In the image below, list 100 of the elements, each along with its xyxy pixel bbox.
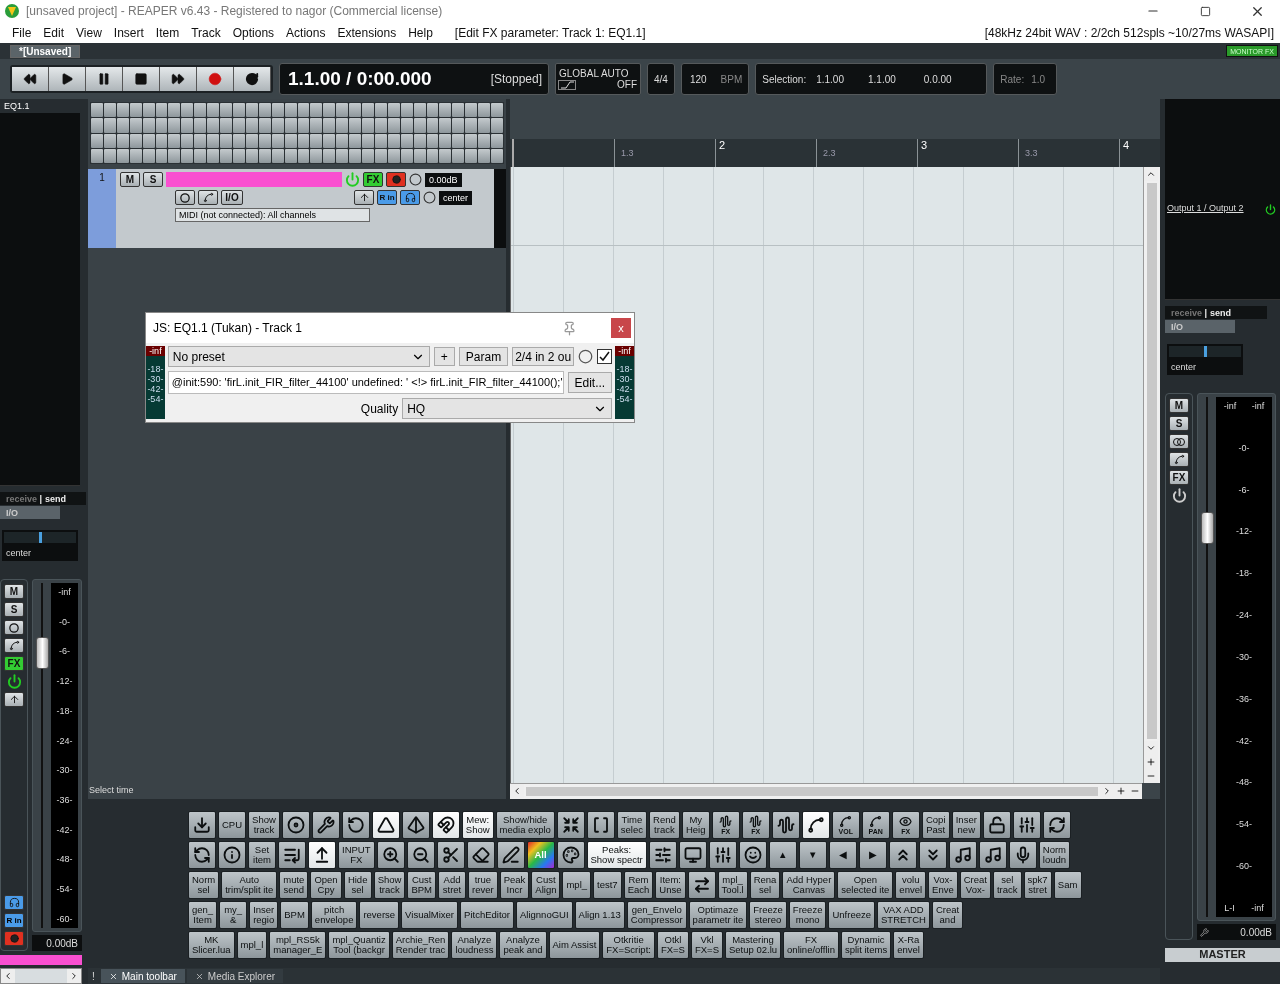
toolbar-button[interactable] xyxy=(738,841,767,869)
timeline-ruler[interactable]: 1.3 2 2.3 3 3.3 4 xyxy=(510,139,1160,167)
track-name-field[interactable] xyxy=(166,172,342,187)
rate-display[interactable]: Rate: 1.0 xyxy=(993,63,1058,95)
fx-button[interactable]: FX xyxy=(4,656,24,671)
rewind-button[interactable] xyxy=(12,67,49,91)
toolbar-button[interactable] xyxy=(188,811,216,839)
edit-button[interactable]: Edit... xyxy=(567,372,613,393)
toolbar-button[interactable] xyxy=(188,841,216,869)
toolbar-button[interactable]: Time selec xyxy=(616,811,647,839)
toolbar-button[interactable]: Inser new xyxy=(951,811,981,839)
wet-knob-icon[interactable] xyxy=(578,349,594,364)
record-button[interactable] xyxy=(197,67,234,91)
scrollbar[interactable] xyxy=(0,968,82,984)
toolbar-button[interactable]: my_ & xyxy=(219,901,248,929)
tempo-display[interactable]: 120 BPM xyxy=(680,63,750,95)
close-icon[interactable] xyxy=(108,971,118,981)
repeat-button[interactable] xyxy=(234,67,271,91)
toolbar-button[interactable]: ◀ xyxy=(828,841,857,869)
toolbar-button[interactable]: Archie_Ren Render trac xyxy=(391,931,450,959)
toolbar-button[interactable]: FX online/offlin xyxy=(783,931,839,959)
power-icon[interactable] xyxy=(6,674,22,689)
toolbar-button[interactable]: Unfreeze xyxy=(828,901,875,929)
global-auto-panel[interactable]: GLOBAL AUTO OFF xyxy=(555,63,641,95)
add-preset-button[interactable]: + xyxy=(433,347,455,366)
toolbar-button[interactable] xyxy=(308,841,336,869)
io-tab[interactable]: I/O xyxy=(1165,320,1235,333)
power-icon[interactable] xyxy=(1265,204,1276,215)
input-button[interactable]: R in xyxy=(4,913,24,928)
toolbar-button[interactable]: reverse xyxy=(359,901,400,929)
toolbar-button[interactable]: Peak Incr xyxy=(499,871,530,899)
toolbar-button[interactable]: pitch envelope xyxy=(310,901,358,929)
toolbar-button[interactable]: sel track xyxy=(992,871,1022,899)
output-label[interactable]: Output 1 / Output 2 xyxy=(1167,203,1244,213)
toolbar-button[interactable]: Show/hide media explo xyxy=(495,811,555,839)
toolbar-button[interactable]: Cust Align xyxy=(531,871,561,899)
toolbar-button[interactable]: MK Slicer.lua xyxy=(188,931,235,959)
toolbar-button[interactable] xyxy=(556,811,585,839)
toolbar-button[interactable]: BPM xyxy=(280,901,309,929)
toolbar-button[interactable]: Aim Assist xyxy=(548,931,601,959)
toolbar-button[interactable] xyxy=(918,841,947,869)
toolbar-button[interactable]: mpl_ xyxy=(562,871,592,899)
send-up-button[interactable] xyxy=(4,692,24,707)
toolbar-button[interactable]: Peaks: Show spectr xyxy=(586,841,647,869)
toolbar-button[interactable] xyxy=(1042,811,1071,839)
toolbar-button[interactable]: Norm sel xyxy=(188,871,220,899)
toolbar-button[interactable] xyxy=(376,841,405,869)
input-button[interactable]: R in xyxy=(377,190,397,205)
toolbar-button[interactable]: Freeze stereo xyxy=(749,901,787,929)
mono-button[interactable] xyxy=(1169,434,1189,449)
pause-button[interactable] xyxy=(86,67,123,91)
toolbar-button[interactable]: Rena sel xyxy=(749,871,781,899)
send-up-button[interactable] xyxy=(354,190,374,205)
toolbar-button[interactable] xyxy=(1012,811,1041,839)
close-button[interactable]: x xyxy=(611,318,631,338)
toolbar-button[interactable]: Sam xyxy=(1053,871,1082,899)
toolbar-button[interactable]: ▶ xyxy=(858,841,887,869)
midi-input-field[interactable]: MIDI (not connected): All channels xyxy=(175,208,370,222)
toolbar-button[interactable] xyxy=(406,841,435,869)
toolbar-button[interactable] xyxy=(311,811,340,839)
toolbar-button[interactable]: volu envel xyxy=(895,871,927,899)
dock-tab[interactable]: Main toolbar xyxy=(100,969,185,983)
toolbar-button[interactable]: Optimaze parametr ite xyxy=(688,901,748,929)
toolbar-button[interactable]: mpl_l xyxy=(236,931,268,959)
menu-item[interactable]: Options xyxy=(226,25,281,40)
fader-thumb[interactable] xyxy=(1201,512,1214,544)
menu-item[interactable]: View xyxy=(70,25,108,40)
toolbar-button[interactable]: Show track xyxy=(373,871,406,899)
toolbar-button[interactable]: ▼ xyxy=(798,841,827,869)
toolbar-button[interactable]: Auto trim/split ite xyxy=(221,871,278,899)
envelope-button[interactable] xyxy=(198,190,218,205)
volume-readout[interactable]: 0.00dB xyxy=(425,172,462,187)
play-button[interactable] xyxy=(49,67,86,91)
volume-knob-icon[interactable] xyxy=(409,173,422,186)
monitor-button[interactable] xyxy=(4,895,24,910)
toolbar-button[interactable]: CPU xyxy=(218,811,247,839)
toolbar-button[interactable] xyxy=(948,841,977,869)
menu-item[interactable]: Help xyxy=(402,25,439,40)
pan-slider[interactable] xyxy=(4,532,76,543)
toolbar-button[interactable]: Mew: Show xyxy=(461,811,494,839)
dock-tab[interactable]: Media Explorer xyxy=(186,969,284,983)
menu-item[interactable]: Actions xyxy=(280,25,332,40)
toolbar-button[interactable]: X-Ra envel xyxy=(893,931,924,959)
toolbar-button[interactable]: Inser regio xyxy=(249,901,279,929)
stop-button[interactable] xyxy=(123,67,160,91)
toolbar-button[interactable] xyxy=(586,811,615,839)
menu-item[interactable]: Insert xyxy=(107,25,150,40)
pan-readout[interactable]: center xyxy=(439,190,472,205)
fx-button[interactable]: FX xyxy=(1169,470,1189,485)
toolbar-button[interactable]: mpl_RS5k manager_E xyxy=(269,931,327,959)
toolbar-button[interactable]: Otkl FX=S xyxy=(656,931,689,959)
toolbar-button[interactable] xyxy=(982,811,1011,839)
power-icon[interactable] xyxy=(1171,488,1187,503)
toolbar-button[interactable] xyxy=(281,811,310,839)
quality-dropdown[interactable]: HQ xyxy=(402,398,613,419)
toolbar-button[interactable]: Open Cpy xyxy=(310,871,342,899)
menu-item[interactable]: Extensions xyxy=(331,25,403,40)
toolbar-button[interactable]: Item: Unse xyxy=(655,871,686,899)
toolbar-button[interactable]: gen_Envelo Compressor xyxy=(626,901,687,929)
toolbar-button[interactable]: Vox- Enve xyxy=(928,871,958,899)
